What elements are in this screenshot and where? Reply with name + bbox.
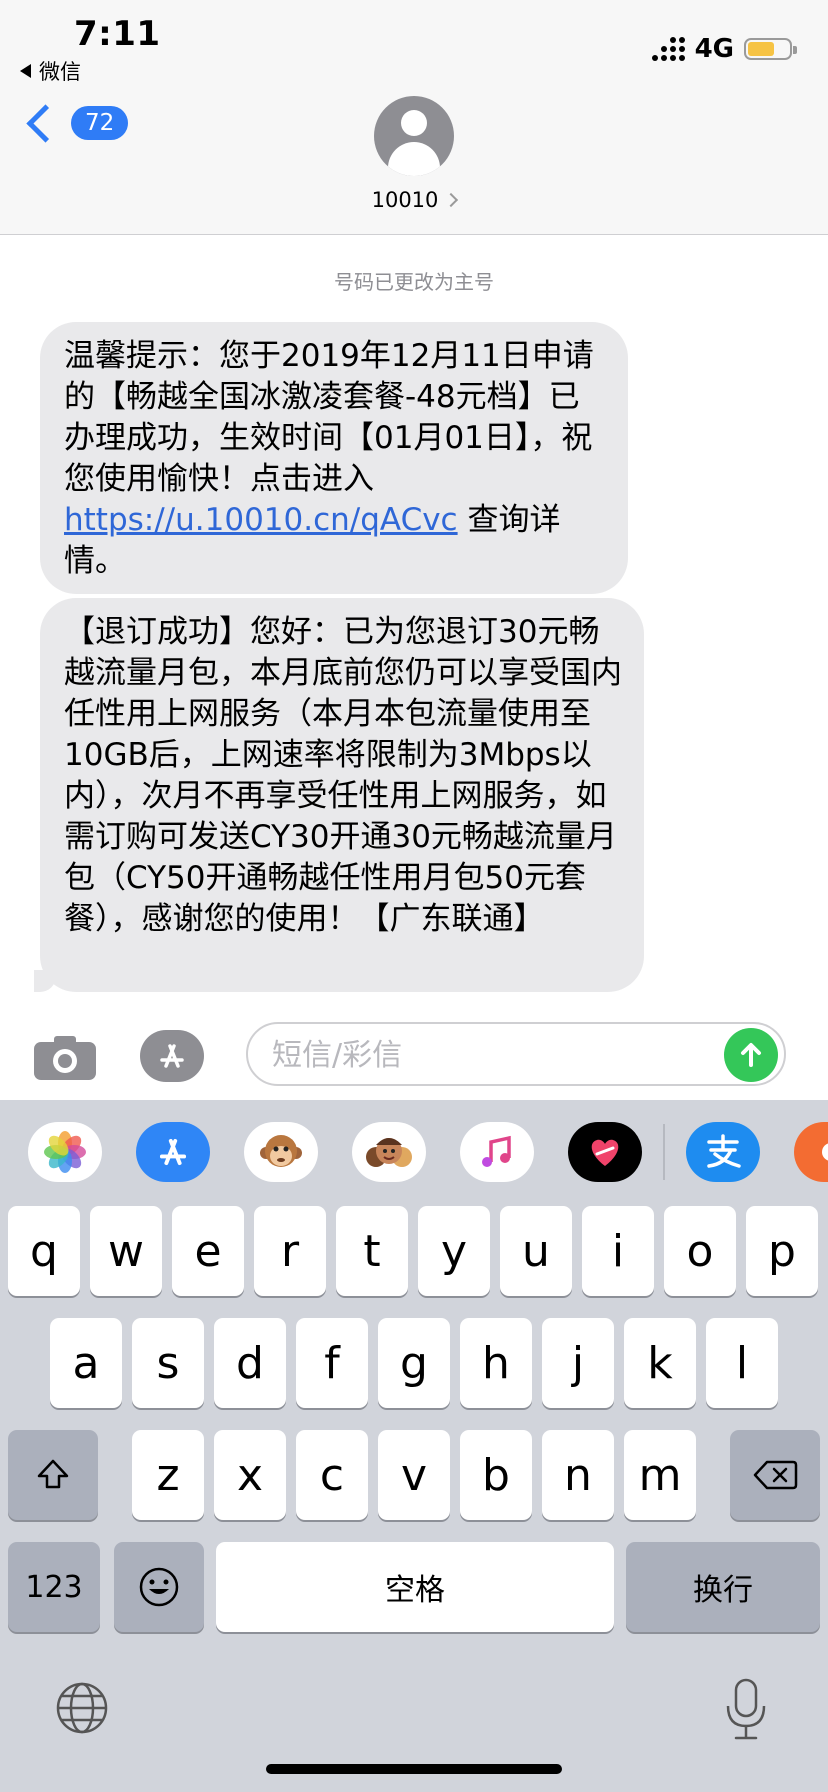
key-i[interactable]: i — [582, 1206, 654, 1296]
key-n[interactable]: n — [542, 1430, 614, 1520]
status-time: 7:11 — [74, 14, 161, 54]
message-link[interactable]: https://u.10010.cn/qACvc — [64, 502, 458, 538]
contact-avatar[interactable] — [374, 96, 454, 176]
message-text: 【退订成功】您好：已为您退订30元畅越流量月包，本月底前您仍可以享受国内任性用上… — [64, 614, 622, 937]
memoji-icon[interactable] — [352, 1122, 426, 1182]
keyboard: q w e r t y u i o p a s d f g h j k l z … — [0, 1204, 828, 1792]
music-icon[interactable] — [460, 1122, 534, 1182]
chevron-right-icon — [444, 192, 459, 208]
key-f[interactable]: f — [296, 1318, 368, 1408]
key-q[interactable]: q — [8, 1206, 80, 1296]
key-k[interactable]: k — [624, 1318, 696, 1408]
key-p[interactable]: p — [746, 1206, 818, 1296]
key-u[interactable]: u — [500, 1206, 572, 1296]
partial-app-icon[interactable] — [794, 1122, 828, 1182]
back-to-app-link[interactable]: 微信 — [20, 56, 81, 86]
back-triangle-icon — [20, 64, 31, 78]
key-r[interactable]: r — [254, 1206, 326, 1296]
camera-icon[interactable] — [34, 1034, 96, 1080]
key-e[interactable]: e — [172, 1206, 244, 1296]
key-b[interactable]: b — [460, 1430, 532, 1520]
key-a[interactable]: a — [50, 1318, 122, 1408]
backspace-icon — [753, 1460, 798, 1490]
network-type: 4G — [694, 34, 734, 64]
photos-icon[interactable] — [28, 1122, 102, 1182]
return-key[interactable]: 换行 — [626, 1542, 820, 1632]
animoji-icon[interactable] — [244, 1122, 318, 1182]
shift-key[interactable] — [8, 1430, 98, 1520]
shift-icon — [37, 1459, 69, 1489]
key-y[interactable]: y — [418, 1206, 490, 1296]
app-store-icon[interactable] — [136, 1122, 210, 1182]
app-store-button[interactable] — [140, 1030, 204, 1082]
alipay-icon[interactable] — [686, 1122, 760, 1182]
key-d[interactable]: d — [214, 1318, 286, 1408]
home-indicator[interactable] — [266, 1764, 562, 1774]
arrow-up-icon — [741, 1043, 761, 1067]
message-bubble[interactable]: 【退订成功】您好：已为您退订30元畅越流量月包，本月底前您仍可以享受国内任性用上… — [34, 598, 644, 992]
key-c[interactable]: c — [296, 1430, 368, 1520]
contact-name: 10010 — [371, 188, 439, 212]
delete-key[interactable] — [730, 1430, 820, 1520]
signal-icon — [651, 37, 685, 61]
app-store-icon — [160, 1044, 184, 1068]
message-text: 温馨提示：您于2019年12月11日申请的【畅越全国冰激凌套餐-48元档】已办理… — [64, 338, 594, 497]
contact-name-button[interactable]: 10010 — [0, 188, 828, 212]
emoji-key[interactable] — [114, 1542, 204, 1632]
strip-divider — [663, 1124, 665, 1180]
message-bubble[interactable]: 温馨提示：您于2019年12月11日申请的【畅越全国冰激凌套餐-48元档】已办理… — [40, 322, 628, 594]
globe-icon[interactable] — [54, 1680, 110, 1736]
message-input-field[interactable] — [246, 1022, 786, 1086]
key-z[interactable]: z — [132, 1430, 204, 1520]
key-o[interactable]: o — [664, 1206, 736, 1296]
key-h[interactable]: h — [460, 1318, 532, 1408]
space-key[interactable]: 空格 — [216, 1542, 614, 1632]
battery-icon — [744, 38, 797, 60]
compose-bar — [0, 1006, 828, 1098]
system-note: 号码已更改为主号 — [334, 270, 494, 294]
microphone-icon[interactable] — [722, 1676, 770, 1746]
status-bar: 7:11 微信 4G — [0, 0, 828, 92]
key-m[interactable]: m — [624, 1430, 696, 1520]
message-input[interactable] — [270, 1034, 694, 1076]
key-g[interactable]: g — [378, 1318, 450, 1408]
back-app-label: 微信 — [39, 60, 81, 84]
digital-touch-icon[interactable] — [568, 1122, 642, 1182]
unread-count-badge: 72 — [71, 106, 129, 140]
key-w[interactable]: w — [90, 1206, 162, 1296]
imessage-app-strip — [0, 1100, 828, 1204]
key-l[interactable]: l — [706, 1318, 778, 1408]
conversation-header: 72 10010 — [0, 92, 828, 235]
chevron-left-icon — [26, 103, 65, 143]
back-button[interactable]: 72 — [22, 103, 129, 143]
key-v[interactable]: v — [378, 1430, 450, 1520]
send-button[interactable] — [724, 1028, 778, 1082]
status-indicators: 4G — [651, 34, 797, 64]
key-x[interactable]: x — [214, 1430, 286, 1520]
key-t[interactable]: t — [336, 1206, 408, 1296]
key-s[interactable]: s — [132, 1318, 204, 1408]
key-j[interactable]: j — [542, 1318, 614, 1408]
numbers-key[interactable]: 123 — [8, 1542, 100, 1632]
emoji-icon — [139, 1567, 179, 1607]
